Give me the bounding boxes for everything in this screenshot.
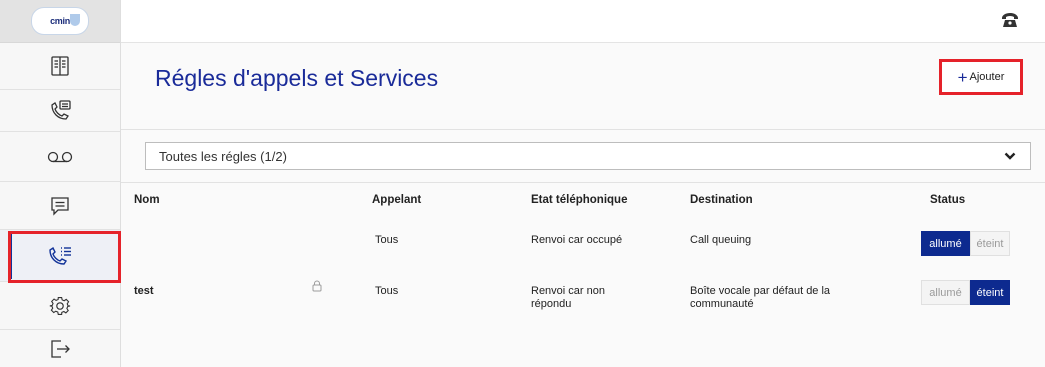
rule-name: test — [134, 285, 154, 297]
status-toggle[interactable]: allumé éteint — [921, 231, 1010, 256]
sidebar-item-messages[interactable] — [0, 182, 120, 230]
toggle-on-option[interactable]: allumé — [921, 280, 970, 305]
logo-area: cmin — [0, 0, 120, 43]
column-header-destination: Destination — [690, 194, 753, 206]
sidebar: cmin — [0, 0, 121, 367]
column-header-name: Nom — [134, 194, 160, 206]
column-header-status: Status — [930, 194, 966, 206]
add-button-label: Ajouter — [969, 71, 1005, 83]
sidebar-item-call-rules[interactable] — [0, 230, 120, 282]
logo-text: cmin — [50, 16, 70, 26]
logo: cmin — [31, 7, 89, 35]
column-header-phone-state: Etat téléphonique — [531, 194, 628, 206]
rules-filter-select[interactable]: Toutes les régles (1/2) — [145, 142, 1031, 170]
rule-phone-state: Renvoi car occupé — [531, 234, 623, 246]
toggle-off-option[interactable]: éteint — [970, 280, 1010, 305]
page-title: Régles d'appels et Services — [155, 65, 439, 91]
logout-icon — [51, 339, 70, 358]
book-icon — [51, 56, 69, 76]
sidebar-item-voicemail[interactable] — [0, 132, 120, 182]
toggle-on-option[interactable]: allumé — [921, 231, 970, 256]
top-bar — [121, 0, 1045, 43]
rule-destination: Boîte vocale par défaut de la communauté — [690, 285, 831, 310]
rule-phone-state: Renvoi car non répondu — [531, 285, 605, 310]
add-button[interactable]: + Ajouter — [939, 59, 1023, 95]
filter-selected-value: Toutes les régles (1/2) — [159, 148, 287, 164]
telephone-icon[interactable] — [1001, 12, 1019, 28]
rule-destination: Call queuing — [690, 234, 752, 246]
page-header: Régles d'appels et Services + Ajouter — [121, 43, 1045, 130]
sidebar-item-settings[interactable] — [0, 282, 120, 330]
sidebar-item-directory[interactable] — [0, 43, 120, 90]
lock-icon — [312, 280, 322, 292]
plus-icon: + — [957, 67, 968, 87]
sidebar-item-call-history[interactable] — [0, 90, 120, 132]
rule-caller: Tous — [375, 285, 399, 297]
phone-list-icon — [51, 99, 71, 120]
sidebar-item-logout[interactable] — [0, 330, 120, 367]
toggle-off-option[interactable]: éteint — [970, 231, 1010, 256]
rule-caller: Tous — [375, 234, 399, 246]
voicemail-icon — [47, 151, 73, 162]
chevron-down-icon — [1004, 152, 1016, 160]
column-header-caller: Appelant — [372, 194, 422, 206]
message-icon — [51, 196, 69, 216]
gear-icon — [49, 296, 71, 315]
call-rules-icon — [49, 246, 71, 265]
filter-row: Toutes les régles (1/2) — [121, 130, 1045, 183]
status-toggle[interactable]: allumé éteint — [921, 280, 1010, 305]
